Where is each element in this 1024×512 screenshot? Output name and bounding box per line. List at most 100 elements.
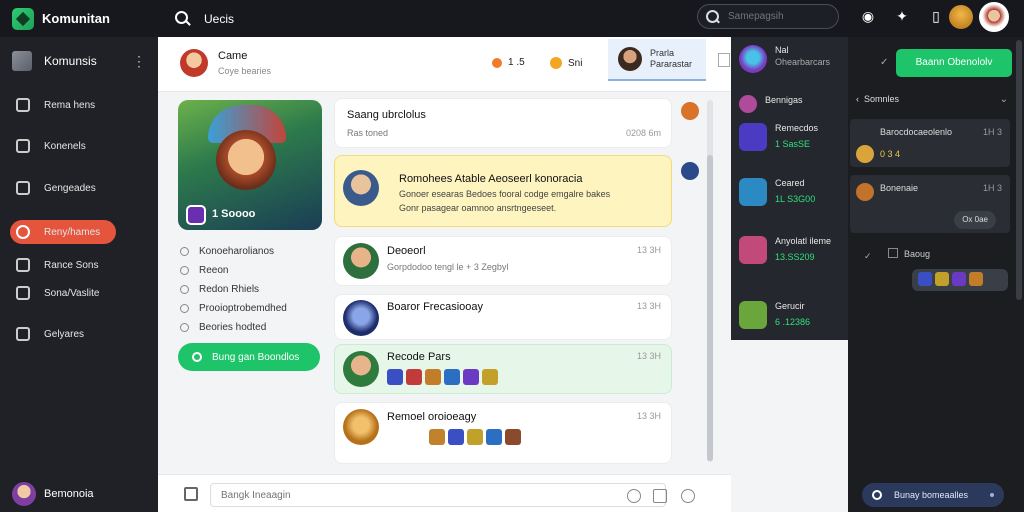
avatar [343,409,379,445]
attach-icon[interactable] [184,487,198,501]
sidebar-item-label: Konenels [44,140,86,152]
join-button[interactable]: Bung gan Boondlos [178,343,320,371]
stat-coin[interactable]: Sni [550,57,582,69]
avatar[interactable] [681,162,699,180]
square-icon [888,248,898,258]
post-title: Romohees Atable Aeoseerl konoracia [399,173,583,185]
message-card[interactable]: Bonenaie 1H 3 Ox 0ae [850,175,1010,233]
item-icon[interactable] [486,429,502,445]
item-name: Bennigas [765,95,803,105]
feed-scrollbar[interactable] [707,100,713,462]
hero-card[interactable]: 1 Soooo [178,100,322,230]
avatar[interactable] [180,49,208,77]
sidebar-item-friends[interactable]: Reny/hames [10,220,116,244]
list-item-label: Beories hodted [199,322,267,333]
info-list: Konoeharolianos Reeon Redon Rhiels Prooi… [180,242,287,337]
brand[interactable]: Komunitan [0,7,158,30]
user-avatar[interactable] [979,2,1009,32]
list-item[interactable]: Reeon [180,261,287,280]
item-icon[interactable] [448,429,464,445]
item-icon[interactable] [425,369,441,385]
sidebar-item-favorites[interactable]: Gelyares [10,322,116,346]
activity-overlay: Nal Ohearbarcars Bennigas Remecdos 1 Sas… [731,37,848,340]
check-icon: ✓ [864,251,872,261]
list-item[interactable]: Remecdos 1 SasSE [731,123,848,151]
list-item[interactable]: Ceared 1L S3G00 [731,178,848,206]
item-icon[interactable] [482,369,498,385]
sidebar-item-label: Gengeades [44,182,96,194]
search-icon[interactable] [174,10,192,28]
list-item[interactable]: Beories hodted [180,318,287,337]
item-icon[interactable] [387,369,403,385]
search-query[interactable]: Uecis [204,12,234,26]
badge-avatar[interactable] [949,5,973,29]
global-search-input[interactable] [728,11,828,22]
post-card[interactable]: Boaror Frecasiooay 13 3H [334,294,672,340]
avatar[interactable] [681,102,699,120]
item-icon[interactable] [935,272,949,286]
list-item[interactable]: Prooioptrobemdhed [180,299,287,318]
home-icon [16,98,30,112]
post-author: Boaror Frecasiooay [387,301,483,313]
tab-profile[interactable]: Prarla Pararastar [608,39,706,81]
item-icon[interactable] [429,429,445,445]
item-value: 6 .12386 [775,317,811,327]
item-icon[interactable] [505,429,521,445]
sidebar-item-games[interactable]: Gengeades [10,176,116,200]
item-icon[interactable] [969,272,983,286]
sidebar-header[interactable]: Komunsis ⋮ [0,37,158,85]
list-item[interactable]: Bennigas [731,95,848,113]
item-icon[interactable] [406,369,422,385]
device-icon[interactable]: ▯ [926,6,946,26]
sidebar-user[interactable]: Bemonoia [12,482,94,506]
feed-header-card[interactable]: Saang ubrclolus Ras toned 0208 6m [334,98,672,148]
post-card[interactable]: Remoel oroioeagy 13 3H [334,402,672,464]
avatar [856,183,874,201]
stat-fire[interactable]: 1 .5 [492,57,525,68]
item-icon[interactable] [444,369,460,385]
sidebar-item-channels[interactable]: Konenels [10,134,116,158]
sidebar-item-uploads[interactable]: Sona/Vaslite [10,281,116,305]
section-title[interactable]: ‹ Somnles [856,94,899,104]
sidebar-item-ranks[interactable]: Rance Sons [10,253,116,277]
main-header: Came Coye bearies 1 .5 Sni Prarla Parara… [158,37,731,92]
gamepad-icon[interactable]: ◉ [858,6,878,26]
list-item[interactable]: Anyolatl ileme 13.SS209 [731,236,848,264]
chevron-down-icon[interactable]: ⌄ [1000,94,1008,105]
scrollbar-thumb[interactable] [707,155,713,461]
primary-action-button[interactable]: Baann Obenololv [896,49,1012,77]
send-icon[interactable] [681,489,695,503]
sidebar-item-home[interactable]: Rema hens [10,93,116,117]
check-icon: ✓ [880,57,889,68]
list-item[interactable]: Redon Rhiels [180,280,287,299]
post-card[interactable]: Recode Pars 13 3H [334,344,672,394]
avatar [739,45,767,73]
avatar [343,351,379,387]
list-item[interactable]: Nal Ohearbarcars [731,45,848,73]
item-icon[interactable] [467,429,483,445]
list-item[interactable]: Konoeharolianos [180,242,287,261]
item-icon[interactable] [463,369,479,385]
bottom-action-button[interactable]: Bunay bomeaalles [862,483,1004,507]
item-strip [912,269,1008,291]
message-text: 0 3 4 [880,149,901,159]
emoji-icon[interactable] [627,489,641,503]
item-value: 1L S3G00 [775,194,816,204]
list-item-label: Konoeharolianos [199,246,275,257]
message-card[interactable]: Barocdocaeolenlo 1H 3 0 3 4 [850,119,1010,167]
sidebar-item-label: Rema hens [44,99,96,111]
more-icon[interactable]: ⋮ [132,53,146,70]
post-card[interactable]: Deoeorl Gorpdodoo tengl le + 3 Zegbyl 13… [334,236,672,286]
global-search[interactable] [697,4,839,29]
item-icon[interactable] [952,272,966,286]
list-item[interactable]: Gerucir 6 .12386 [731,301,848,329]
image-icon[interactable] [653,489,667,503]
page-scrollbar[interactable] [1016,40,1022,300]
reaction-pill[interactable]: Ox 0ae [954,211,996,229]
highlight-post[interactable]: Romohees Atable Aeoseerl konoracia Gonoe… [334,155,672,227]
message-input[interactable] [210,483,666,507]
square-icon[interactable] [718,53,730,67]
controller-icon[interactable]: ✦ [892,6,912,26]
item-icon[interactable] [918,272,932,286]
item-name: Nal [775,45,789,55]
